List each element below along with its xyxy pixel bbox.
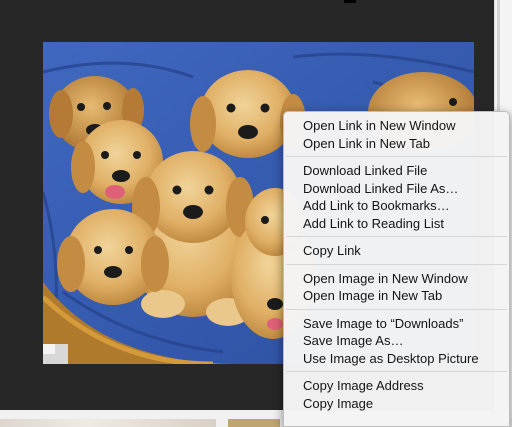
menu-separator bbox=[286, 308, 507, 310]
menu-item-save-image-as[interactable]: Save Image As… bbox=[284, 332, 509, 350]
menu-item-add-link-to-bookmarks[interactable]: Add Link to Bookmarks… bbox=[284, 197, 509, 215]
menu-separator bbox=[286, 156, 507, 157]
menu-separator bbox=[286, 371, 507, 372]
menu-item-copy-image[interactable]: Copy Image bbox=[284, 395, 509, 413]
menu-item-use-image-as-desktop-picture[interactable]: Use Image as Desktop Picture bbox=[284, 350, 509, 368]
menu-item-open-image-in-new-window[interactable]: Open Image in New Window bbox=[284, 270, 509, 288]
menu-item-add-link-to-reading-list[interactable]: Add Link to Reading List bbox=[284, 215, 509, 233]
thumbnail-image[interactable] bbox=[0, 419, 216, 427]
menu-item-download-linked-file[interactable]: Download Linked File bbox=[284, 162, 509, 180]
context-menu[interactable]: Open Link in New Window Open Link in New … bbox=[283, 111, 510, 427]
menu-separator bbox=[286, 263, 507, 265]
menu-item-open-link-in-new-tab[interactable]: Open Link in New Tab bbox=[284, 135, 509, 153]
thumbnail-image[interactable] bbox=[228, 419, 280, 427]
menu-item-open-link-in-new-window[interactable]: Open Link in New Window bbox=[284, 117, 509, 135]
menu-item-open-image-in-new-tab[interactable]: Open Image in New Tab bbox=[284, 287, 509, 305]
menu-separator bbox=[286, 236, 507, 237]
menu-item-save-image-to-downloads[interactable]: Save Image to “Downloads” bbox=[284, 315, 509, 333]
menu-item-copy-link[interactable]: Copy Link bbox=[284, 242, 509, 260]
menu-item-copy-image-address[interactable]: Copy Image Address bbox=[284, 377, 509, 395]
menu-item-download-linked-file-as[interactable]: Download Linked File As… bbox=[284, 180, 509, 198]
top-edge-marker bbox=[344, 0, 356, 3]
